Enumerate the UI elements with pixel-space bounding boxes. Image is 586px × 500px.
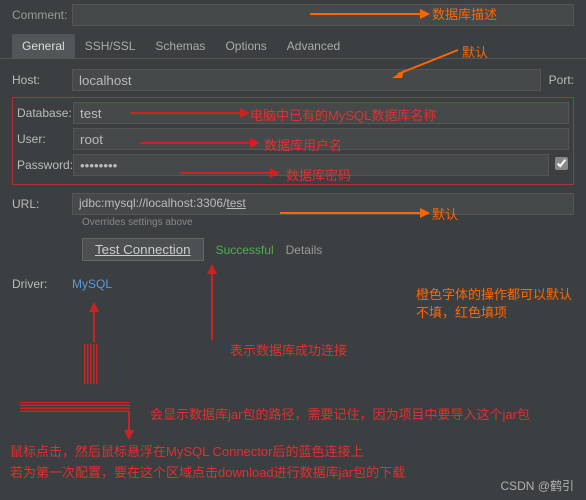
comment-input[interactable] <box>72 4 574 26</box>
test-details-link[interactable]: Details <box>286 243 323 257</box>
tab-options[interactable]: Options <box>215 34 276 58</box>
url-prefix: jdbc:mysql://localhost:3306/ <box>79 196 226 210</box>
anno-download-note: 若为第一次配置，要在这个区域点击download进行数据库jar包的下载 <box>10 462 405 481</box>
credentials-group: Database: User: Password: <box>12 97 574 185</box>
tab-general[interactable]: General <box>12 34 75 58</box>
tab-advanced[interactable]: Advanced <box>277 34 350 58</box>
anno-success-note: 表示数据库成功连接 <box>230 340 347 359</box>
test-status: Successful <box>216 243 274 257</box>
password-label: Password: <box>17 158 73 172</box>
database-input[interactable] <box>73 102 569 124</box>
host-input[interactable] <box>72 69 541 91</box>
anno-hover-note: 鼠标点击，然后鼠标悬浮在MySQL Connector后的蓝色连接上 <box>10 441 363 460</box>
scribble <box>84 344 98 384</box>
password-input[interactable] <box>73 154 549 176</box>
tab-sshssl[interactable]: SSH/SSL <box>75 34 146 58</box>
arrow-icon <box>87 302 101 342</box>
scribble <box>20 402 130 412</box>
user-input[interactable] <box>73 128 569 150</box>
override-note: Overrides settings above <box>82 217 574 228</box>
url-dbname: test <box>226 196 245 210</box>
watermark: CSDN @鹤引 <box>500 477 574 494</box>
tabs: General SSH/SSL Schemas Options Advanced <box>0 34 586 59</box>
anno-orange-note: 橙色字体的操作都可以默认不填，红色填项 <box>416 286 582 322</box>
arrow-icon <box>122 412 136 440</box>
test-connection-button[interactable]: Test Connection <box>82 238 204 261</box>
password-save-checkbox[interactable] <box>555 157 568 170</box>
port-label: Port: <box>549 73 574 87</box>
url-label: URL: <box>12 197 72 211</box>
user-label: User: <box>17 132 73 146</box>
anno-jar-path: 会显示数据库jar包的路径，需要记住，因为项目中要导入这个jar包 <box>150 404 530 423</box>
url-input[interactable]: jdbc:mysql://localhost:3306/test <box>72 193 574 215</box>
driver-link[interactable]: MySQL <box>72 277 112 291</box>
host-label: Host: <box>12 73 72 87</box>
database-label: Database: <box>17 106 73 120</box>
driver-label: Driver: <box>12 277 72 291</box>
tab-schemas[interactable]: Schemas <box>145 34 215 58</box>
comment-label: Comment: <box>12 8 72 22</box>
